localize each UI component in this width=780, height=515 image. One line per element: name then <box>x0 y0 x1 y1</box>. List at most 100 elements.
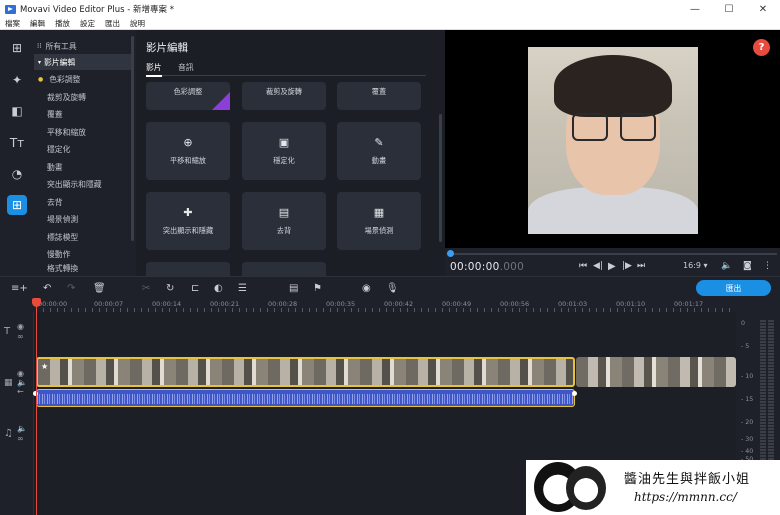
export-button[interactable]: 匯出 <box>696 280 771 296</box>
category-panel: ⁞⁞ 所有工具 ▾ 影片編輯 ● 色彩調整 裁剪及旋轉 覆蓋 平移和縮放 穩定化 動畫… <box>34 30 136 276</box>
rotate-icon[interactable]: ↻ <box>166 283 174 294</box>
tool-card-partial[interactable] <box>146 262 230 276</box>
category-item[interactable]: 穩定化 <box>34 141 134 157</box>
play-icon[interactable]: ▶ <box>608 261 616 272</box>
preview-scrubber[interactable] <box>447 250 777 257</box>
add-track-icon[interactable]: ≡+ <box>11 283 28 294</box>
ruler-label: 00:00:56 <box>500 300 530 308</box>
mute-icon[interactable]: 🔈 <box>17 424 27 433</box>
tool-label: 突出顯示和隱藏 <box>162 226 214 235</box>
ruler-label: 00:01:17 <box>674 300 704 308</box>
effects-scrollbar[interactable] <box>439 114 442 242</box>
redo-icon[interactable]: ↷ <box>67 283 75 294</box>
more-options-icon[interactable]: ⋮ <box>763 261 772 271</box>
stickers-icon[interactable]: ◔ <box>7 164 27 184</box>
tool-label: 平移和縮放 <box>170 156 206 165</box>
category-video-editing[interactable]: ▾ 影片編輯 <box>34 54 134 70</box>
tool-stabilize[interactable]: ▣ 穩定化 <box>242 122 326 180</box>
category-item[interactable]: 平移和縮放 <box>34 124 134 140</box>
tool-crop-rotate[interactable]: 裁剪及旋轉 <box>242 82 326 110</box>
audio-clip[interactable] <box>36 389 575 407</box>
active-dot-icon: ● <box>38 75 44 83</box>
titles-icon[interactable]: Tт <box>7 133 27 153</box>
next-frame-icon[interactable]: |▶ <box>622 261 632 271</box>
link-icon[interactable]: ∞ <box>17 332 24 341</box>
category-item[interactable]: 格式轉換 <box>34 263 134 275</box>
lock-icon[interactable]: ← <box>17 387 24 396</box>
marker-icon[interactable]: ▤ <box>289 283 298 294</box>
category-item[interactable]: 去背 <box>34 194 134 210</box>
playhead-line <box>36 298 37 515</box>
go-to-end-icon[interactable]: ⏭ <box>637 261 645 271</box>
menu-edit[interactable]: 編輯 <box>25 18 50 29</box>
import-icon[interactable]: ⊞ <box>7 38 27 58</box>
tool-animation[interactable]: ✎ 動畫 <box>337 122 421 180</box>
scrubber-knob[interactable] <box>447 250 454 257</box>
visibility-icon[interactable]: ◉ <box>17 369 24 378</box>
ruler-label: 00:00:00 <box>38 300 68 308</box>
snapshot-icon[interactable]: ◙ <box>743 261 752 271</box>
video-clip-selected[interactable]: ★ <box>36 357 575 387</box>
glasses-right <box>620 113 656 141</box>
link-icon[interactable]: ∞ <box>17 434 24 443</box>
category-item[interactable]: ● 色彩調整 <box>34 71 134 87</box>
flag-icon[interactable]: ⚑ <box>313 283 322 294</box>
category-item[interactable]: 突出顯示和隱藏 <box>34 176 134 192</box>
minimize-button[interactable]: — <box>678 0 712 18</box>
meter-label: - 20 <box>741 419 754 426</box>
magic-wand-icon[interactable]: ✦ <box>7 70 27 90</box>
menu-file[interactable]: 檔案 <box>0 18 25 29</box>
aspect-ratio-select[interactable]: 16:9 ▾ <box>683 261 708 270</box>
panel-title: 影片編輯 <box>146 42 188 54</box>
playhead-handle[interactable] <box>32 298 41 307</box>
category-scrollbar[interactable] <box>131 36 134 241</box>
category-item[interactable]: 覆蓋 <box>34 106 134 122</box>
go-to-start-icon[interactable]: ⏮ <box>579 261 587 271</box>
help-button[interactable]: ? <box>753 39 770 56</box>
tool-card-partial[interactable] <box>242 262 326 276</box>
video-clip[interactable] <box>576 357 736 387</box>
undo-icon[interactable]: ↶ <box>43 283 51 294</box>
microphone-icon[interactable]: 🎙 <box>386 283 399 294</box>
tool-highlight-hide[interactable]: ✚ 突出顯示和隱藏 <box>146 192 230 250</box>
category-item[interactable]: 動畫 <box>34 159 134 175</box>
menu-settings[interactable]: 設定 <box>75 18 100 29</box>
transitions-icon[interactable]: ◧ <box>7 101 27 121</box>
crop-icon[interactable]: ⊏ <box>191 283 199 294</box>
tool-overlay[interactable]: 覆蓋 <box>337 82 421 110</box>
mute-icon[interactable]: 🔈 <box>17 378 27 387</box>
category-item[interactable]: 裁剪及旋轉 <box>34 89 134 105</box>
tool-chroma-key[interactable]: ▤ 去背 <box>242 192 326 250</box>
tab-audio[interactable]: 音訊 <box>178 62 194 73</box>
delete-icon[interactable]: 🗑 <box>93 283 106 294</box>
timeline-ruler[interactable]: 00:00:00 00:00:07 00:00:14 00:00:21 00:0… <box>0 298 780 312</box>
category-all-tools[interactable]: ⁞⁞ 所有工具 <box>34 38 134 54</box>
close-button[interactable]: ✕ <box>746 0 780 18</box>
color-icon[interactable]: ◐ <box>214 283 223 294</box>
menu-playback[interactable]: 播放 <box>50 18 75 29</box>
record-webcam-icon[interactable]: ◉ <box>362 283 371 294</box>
cut-icon[interactable]: ✂ <box>142 283 150 294</box>
ruler-label: 00:00:42 <box>384 300 414 308</box>
menu-export[interactable]: 匯出 <box>100 18 125 29</box>
tool-color-adjust[interactable]: 色彩調整 <box>146 82 230 110</box>
volume-icon[interactable]: 🔈 <box>721 261 732 271</box>
clip-right-handle[interactable] <box>572 391 577 396</box>
video-preview[interactable] <box>445 30 780 248</box>
ruler-label: 00:00:35 <box>326 300 356 308</box>
tool-scene-detection[interactable]: ▦ 場景偵測 <box>337 192 421 250</box>
tab-video[interactable]: 影片 <box>146 62 162 77</box>
menu-help[interactable]: 說明 <box>125 18 150 29</box>
more-tools-icon[interactable]: ⊞ <box>7 195 27 215</box>
category-item[interactable]: 場景偵測 <box>34 211 134 227</box>
clip-properties-icon[interactable]: ☰ <box>238 283 247 294</box>
visibility-icon[interactable]: ◉ <box>17 322 24 331</box>
meter-label: - 10 <box>741 373 754 380</box>
tool-label: 色彩調整 <box>173 87 203 96</box>
maximize-button[interactable]: ☐ <box>712 0 746 18</box>
tool-pan-zoom[interactable]: ⊕ 平移和縮放 <box>146 122 230 180</box>
category-item[interactable]: 標誌模型 <box>34 229 134 245</box>
menu-bar: 檔案 編輯 播放 設定 匯出 說明 <box>0 18 780 30</box>
previous-frame-icon[interactable]: ◀| <box>593 261 603 271</box>
category-item[interactable]: 慢動作 <box>34 246 134 262</box>
